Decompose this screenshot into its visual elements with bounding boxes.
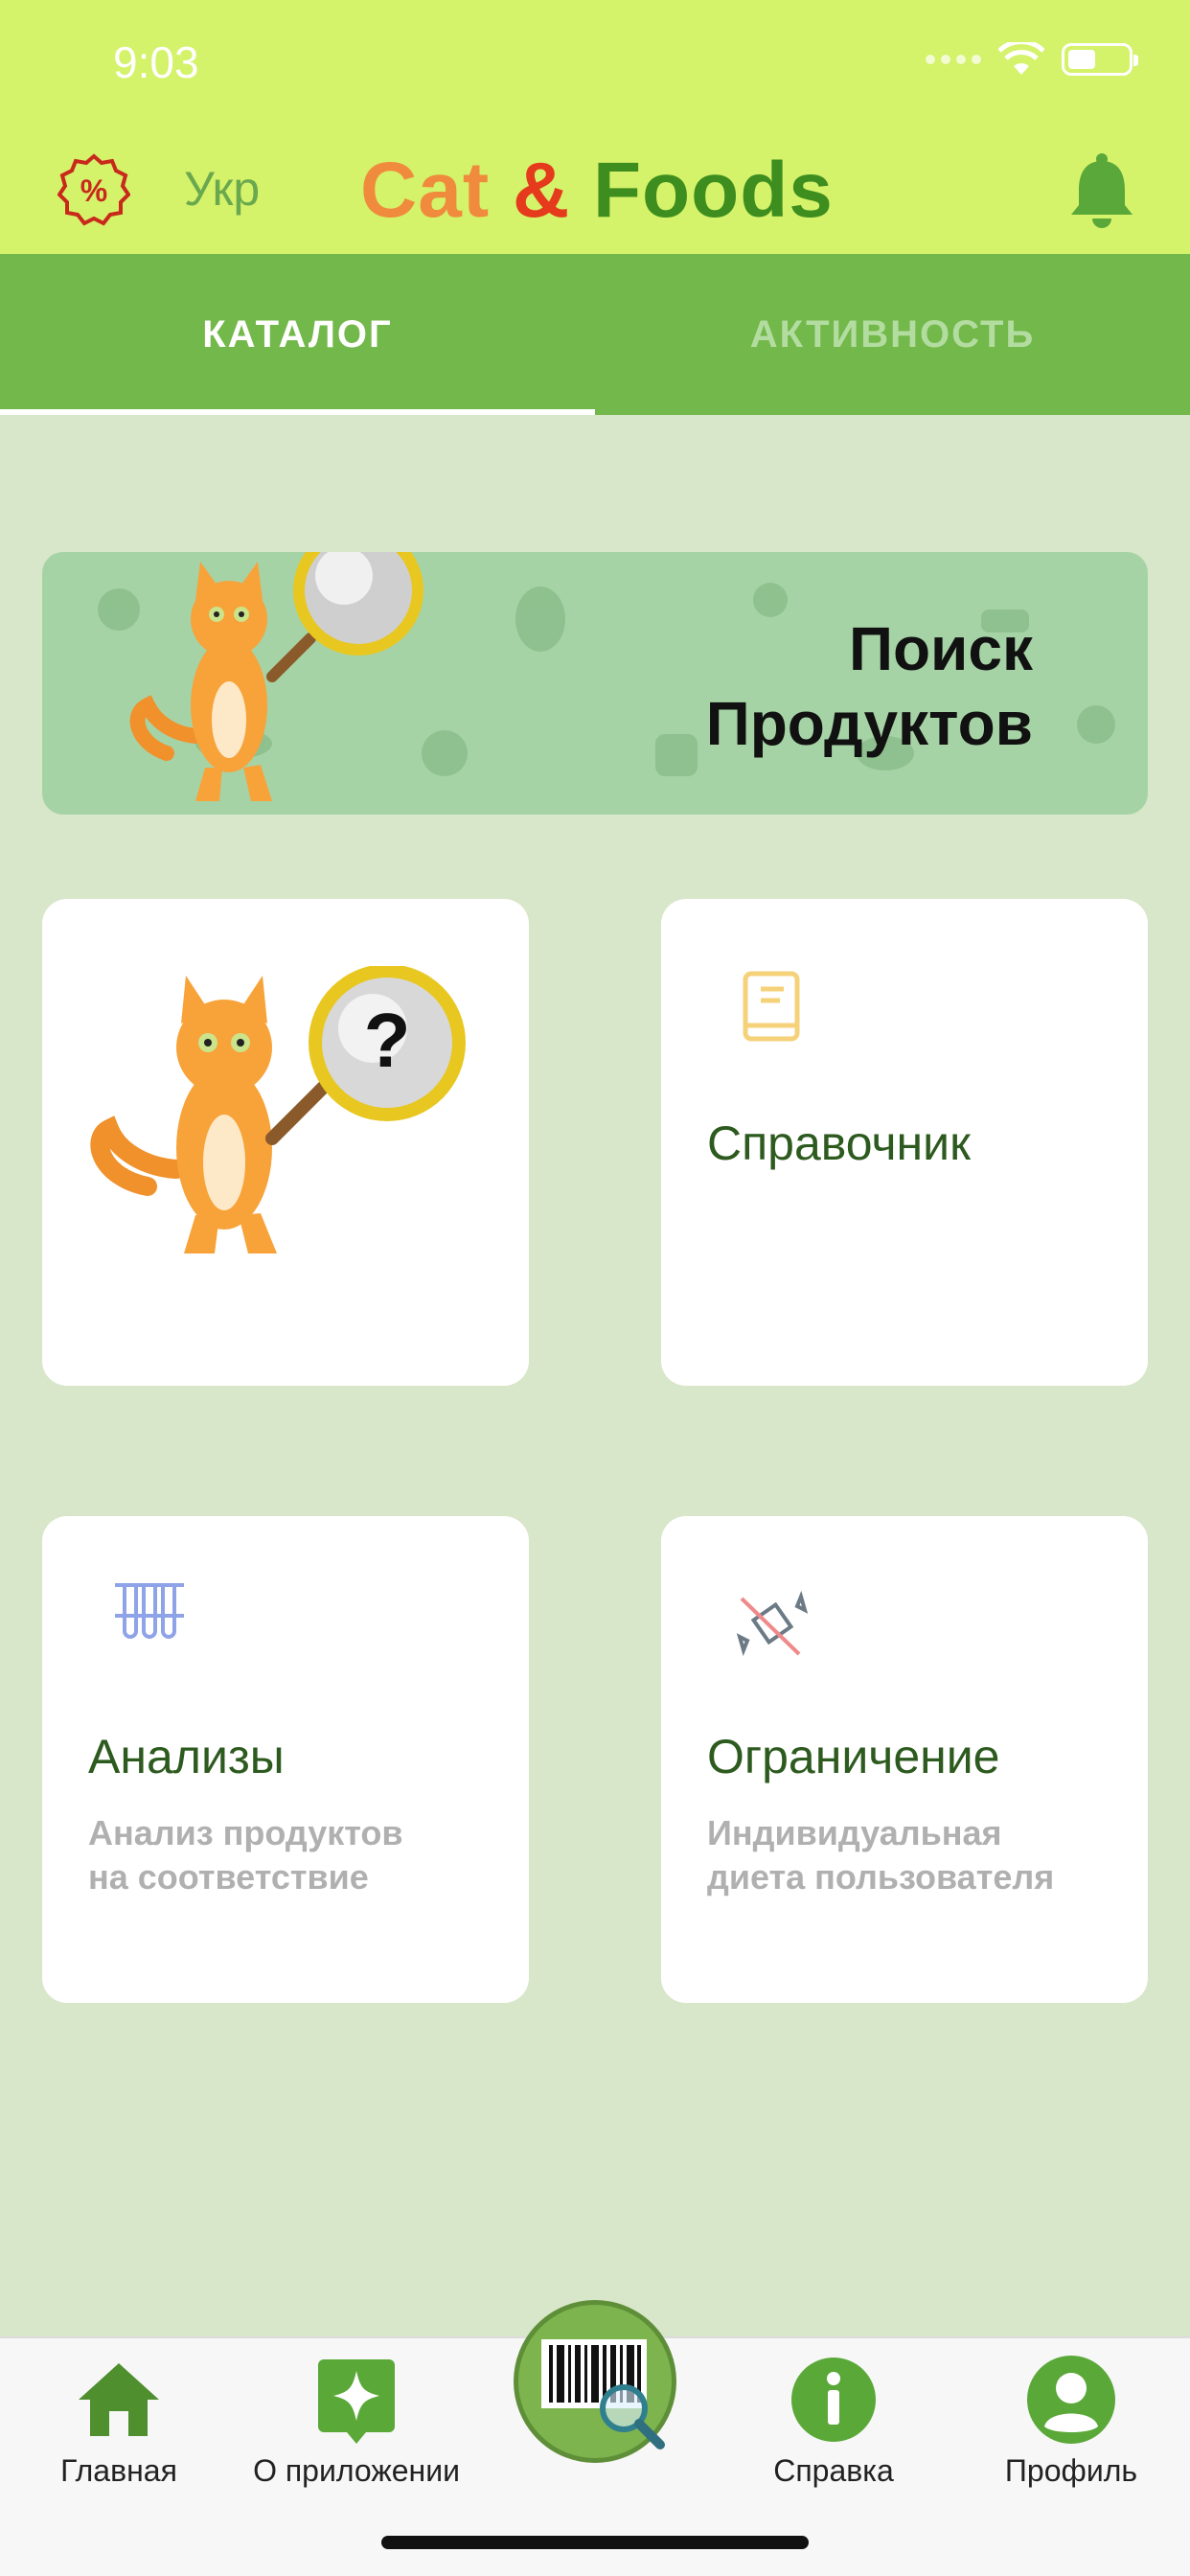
book-icon bbox=[743, 971, 800, 1042]
card-restriction[interactable]: Ограничение Индивидуальная диета пользов… bbox=[661, 1516, 1148, 2003]
tab-catalog[interactable]: КАТАЛОГ bbox=[0, 254, 595, 415]
brand-logo: Cat & Foods bbox=[360, 146, 834, 236]
language-switch[interactable]: Укр bbox=[184, 161, 260, 217]
banner-title-line1: Поиск bbox=[848, 614, 1033, 683]
brand-amp: & bbox=[512, 147, 571, 234]
nav-about-label: О приложении bbox=[253, 2453, 460, 2488]
nav-about[interactable]: О приложении bbox=[241, 2352, 471, 2489]
card-reference-title: Справочник bbox=[707, 1116, 971, 1170]
nav-profile-label: Профиль bbox=[1004, 2453, 1138, 2488]
brand-cat: Cat bbox=[360, 147, 491, 234]
profile-icon bbox=[1027, 2356, 1115, 2444]
wifi-icon bbox=[998, 42, 1044, 75]
nav-help[interactable]: Справка bbox=[719, 2352, 949, 2489]
nav-home[interactable]: Главная bbox=[4, 2352, 234, 2489]
status-time: 9:03 bbox=[113, 37, 199, 87]
card-analysis-subtitle: Анализ продуктов на соответствие bbox=[88, 1811, 403, 1899]
star-chat-icon bbox=[318, 2359, 395, 2444]
card-restriction-subtitle: Индивидуальная диета пользователя bbox=[707, 1811, 1054, 1899]
cat-magnifier-mascot bbox=[129, 552, 423, 801]
bell-icon[interactable] bbox=[1065, 151, 1138, 228]
card-restriction-title: Ограничение bbox=[707, 1730, 1000, 1783]
card-analysis-title: Анализы bbox=[88, 1730, 285, 1783]
product-search-banner[interactable]: Поиск Продуктов bbox=[42, 552, 1148, 815]
nav-home-label: Главная bbox=[60, 2453, 177, 2488]
svg-text:?: ? bbox=[364, 998, 411, 1083]
card-restriction-sub1: Индивидуальная bbox=[707, 1813, 1002, 1852]
signal-icon bbox=[926, 55, 981, 64]
cat-question-mascot: ? bbox=[90, 966, 466, 1254]
no-candy-icon bbox=[736, 1590, 809, 1657]
discount-badge-icon[interactable]: % bbox=[57, 153, 130, 226]
tab-bar: КАТАЛОГ АКТИВНОСТЬ bbox=[0, 254, 1190, 415]
barcode-scan-icon bbox=[541, 2339, 665, 2450]
card-analysis-sub1: Анализ продуктов bbox=[88, 1813, 403, 1852]
card-quiz[interactable]: ? bbox=[42, 899, 529, 1386]
card-reference[interactable]: Справочник bbox=[661, 899, 1148, 1386]
card-analysis-sub2: на соответствие bbox=[88, 1857, 369, 1897]
card-analysis[interactable]: Анализы Анализ продуктов на соответствие bbox=[42, 1516, 529, 2003]
card-restriction-sub2: диета пользователя bbox=[707, 1857, 1055, 1897]
app-header: 9:03 % Укр Cat & Foods bbox=[0, 0, 1190, 254]
battery-icon bbox=[1062, 43, 1138, 76]
tab-activity[interactable]: АКТИВНОСТЬ bbox=[595, 254, 1190, 415]
status-icons bbox=[926, 42, 1138, 77]
banner-title-line2: Продуктов bbox=[705, 689, 1033, 758]
barcode-scan-button[interactable] bbox=[514, 2300, 676, 2463]
banner-title: Поиск Продуктов bbox=[706, 611, 1033, 761]
test-tubes-icon bbox=[115, 1583, 184, 1639]
home-icon bbox=[79, 2363, 159, 2436]
info-icon bbox=[791, 2358, 876, 2442]
svg-text:%: % bbox=[80, 173, 107, 208]
home-indicator bbox=[381, 2536, 809, 2549]
brand-foods: Foods bbox=[592, 147, 834, 234]
nav-profile[interactable]: Профиль bbox=[956, 2352, 1186, 2489]
nav-help-label: Справка bbox=[773, 2453, 894, 2488]
